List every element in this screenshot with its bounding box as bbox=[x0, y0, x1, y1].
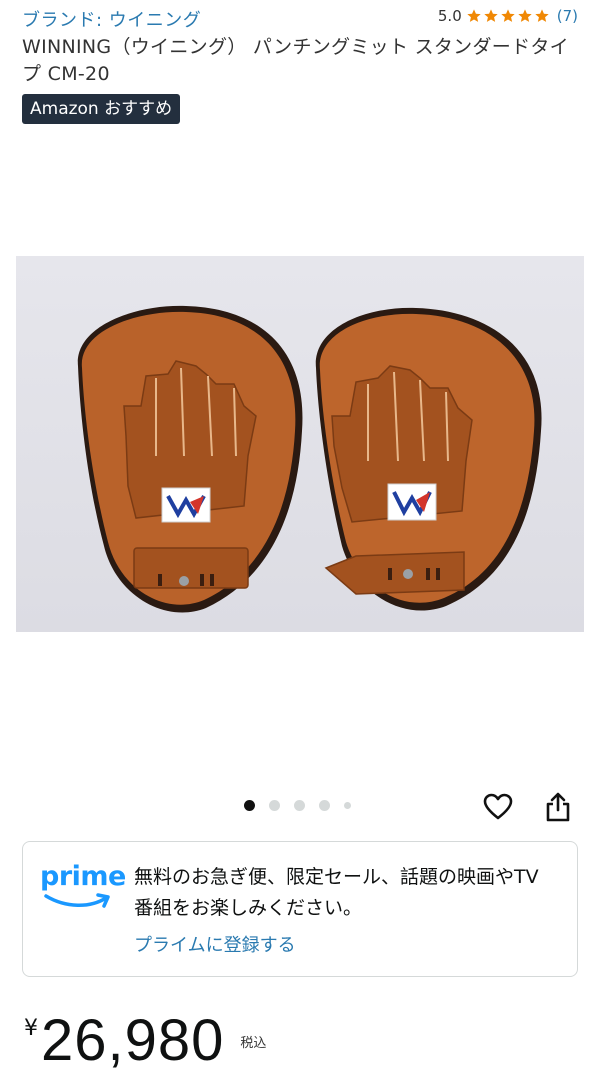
price-amount: 26,980 bbox=[41, 1008, 225, 1073]
share-icon bbox=[546, 792, 570, 822]
image-carousel-dots[interactable] bbox=[244, 800, 365, 811]
heart-icon bbox=[483, 793, 513, 820]
brand-rating-row: ブランド: ウイニング 5.0 (7) bbox=[22, 6, 578, 32]
price-block: ¥ 26,980 税込 bbox=[24, 1008, 266, 1078]
star-icon bbox=[484, 9, 498, 22]
left-mitt bbox=[77, 305, 303, 613]
star-icon bbox=[467, 9, 481, 22]
punching-mitts-illustration bbox=[77, 305, 542, 613]
prime-logo: prime bbox=[40, 862, 126, 910]
carousel-dot-5[interactable] bbox=[344, 802, 351, 809]
rating-value: 5.0 bbox=[437, 7, 462, 25]
tax-note: 税込 bbox=[240, 1036, 267, 1051]
star-icon bbox=[501, 9, 515, 22]
brand-link[interactable]: ブランド: ウイニング bbox=[22, 6, 201, 32]
share-button[interactable] bbox=[541, 790, 575, 824]
carousel-dot-2[interactable] bbox=[269, 800, 280, 811]
product-title: WINNING（ウイニング） パンチングミット スタンダードタイプ CM-20 bbox=[22, 36, 569, 85]
product-image[interactable] bbox=[16, 256, 584, 632]
carousel-dot-1[interactable] bbox=[244, 800, 255, 811]
rating-summary[interactable]: 5.0 (7) bbox=[438, 7, 578, 25]
add-to-wishlist-button[interactable] bbox=[481, 790, 515, 824]
prime-signup-link[interactable]: プライムに登録する bbox=[134, 931, 296, 957]
prime-promo-card: prime 無料のお急ぎ便、限定セール、話題の映画やTV番組をお楽しみください。… bbox=[22, 841, 578, 977]
star-icon bbox=[518, 9, 532, 22]
currency-symbol: ¥ bbox=[24, 1016, 38, 1041]
right-mitt bbox=[315, 307, 542, 611]
amazon-choice-badge: Amazon おすすめ bbox=[22, 94, 181, 124]
star-icon bbox=[535, 9, 549, 22]
carousel-dot-4[interactable] bbox=[319, 800, 330, 811]
review-count-link[interactable]: (7) bbox=[557, 7, 578, 25]
prime-promo-message: 無料のお急ぎ便、限定セール、話題の映画やTV番組をお楽しみください。 bbox=[134, 866, 539, 919]
carousel-dot-3[interactable] bbox=[294, 800, 305, 811]
star-rating bbox=[466, 8, 551, 24]
prime-smile-icon bbox=[44, 893, 110, 908]
